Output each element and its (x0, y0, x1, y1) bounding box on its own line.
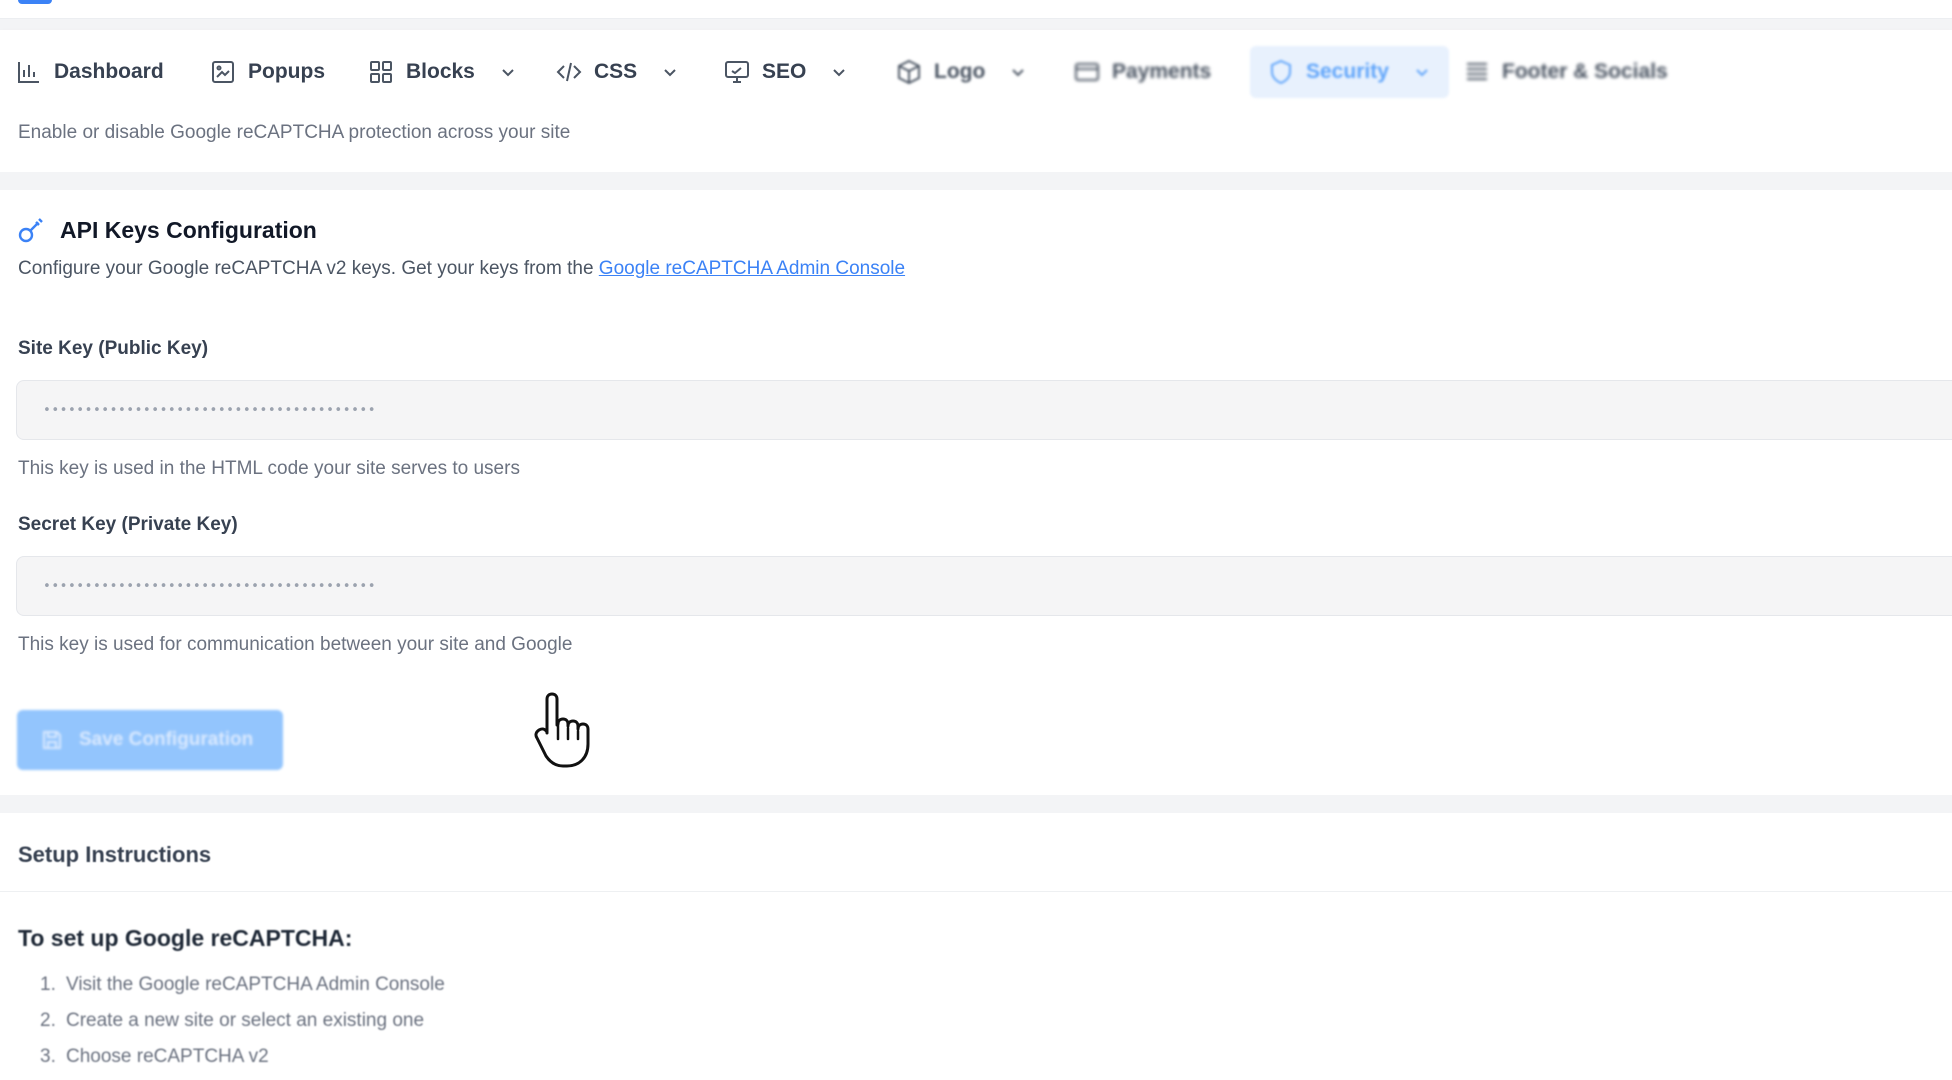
save-icon (41, 729, 63, 751)
chevron-down-icon (1009, 63, 1027, 81)
api-keys-title: API Keys Configuration (60, 217, 317, 243)
setup-instructions-title: Setup Instructions (18, 842, 212, 867)
stack-icon (1464, 59, 1490, 85)
logo[interactable] (18, 0, 52, 4)
nav-label: Popups (248, 60, 325, 83)
bar-chart-icon (16, 59, 42, 85)
list-item: 3. Choose reCAPTCHA v2 (40, 1046, 269, 1067)
list-item: 1. Visit the Google reCAPTCHA Admin Conso… (40, 974, 445, 995)
site-key-input[interactable] (16, 380, 1952, 440)
site-key-help: This key is used in the HTML code your s… (18, 458, 520, 479)
secret-key-help: This key is used for communication betwe… (18, 634, 573, 655)
nav-item-popups[interactable]: Popups (210, 46, 325, 98)
grid-icon (368, 59, 394, 85)
api-keys-description: Configure your Google reCAPTCHA v2 keys.… (18, 258, 905, 280)
save-button-label: Save Configuration (79, 729, 254, 750)
nav-item-logo[interactable]: Logo (896, 46, 1027, 98)
nav-item-security[interactable]: Security (1250, 46, 1449, 98)
chevron-down-icon (661, 63, 679, 81)
key-icon (16, 214, 48, 246)
divider (0, 891, 1952, 892)
popup-icon (210, 59, 236, 85)
save-configuration-button[interactable]: Save Configuration (17, 710, 283, 770)
nav-item-dashboard[interactable]: Dashboard (16, 46, 164, 98)
nav-label: CSS (594, 60, 638, 83)
nav-label: SEO (762, 60, 807, 83)
nav-item-css[interactable]: CSS (556, 46, 679, 98)
nav-label: Footer & Socials (1502, 60, 1668, 83)
setup-subtitle: To set up Google reCAPTCHA: (18, 925, 353, 951)
card-icon (1074, 59, 1100, 85)
chevron-down-icon (499, 63, 517, 81)
api-keys-description-text: Configure your Google reCAPTCHA v2 keys.… (18, 258, 594, 279)
cube-icon (896, 59, 922, 85)
nav-label: Security (1306, 60, 1389, 83)
nav-label: Payments (1112, 60, 1212, 83)
nav-label: Logo (934, 60, 986, 83)
chevron-down-icon (830, 63, 848, 81)
top-header-strip (0, 0, 1952, 19)
nav-item-payments[interactable]: Payments (1074, 46, 1211, 98)
list-item: 2. Create a new site or select an existin… (40, 1010, 425, 1031)
shield-icon (1268, 59, 1294, 85)
monitor-icon (724, 59, 750, 85)
recaptcha-toggle-card: Enable or disable Google reCAPTCHA prote… (0, 116, 1952, 172)
site-key-label: Site Key (Public Key) (18, 338, 209, 359)
secret-key-input[interactable] (16, 556, 1952, 616)
nav-item-footer-socials[interactable]: Footer & Socials (1464, 46, 1668, 98)
chevron-down-icon (1413, 63, 1431, 81)
nav-label: Blocks (406, 60, 475, 83)
recaptcha-toggle-description: Enable or disable Google reCAPTCHA prote… (18, 122, 571, 143)
hand-pointer-cursor-icon (530, 688, 600, 768)
code-icon (556, 59, 582, 85)
nav-label: Dashboard (54, 60, 164, 83)
setup-instructions-card: Setup Instructions To set up Google reCA… (0, 813, 1952, 1080)
admin-nav-bar: Dashboard Popups Blocks CSS SEO Logo Pay… (0, 30, 1952, 117)
recaptcha-admin-console-link[interactable]: Google reCAPTCHA Admin Console (599, 258, 905, 279)
secret-key-label: Secret Key (Private Key) (18, 514, 238, 535)
setup-steps-list: 1. Visit the Google reCAPTCHA Admin Conso… (40, 967, 445, 1075)
nav-item-seo[interactable]: SEO (724, 46, 848, 98)
api-keys-card: API Keys Configuration Configure your Go… (0, 190, 1952, 795)
nav-item-blocks[interactable]: Blocks (368, 46, 517, 98)
